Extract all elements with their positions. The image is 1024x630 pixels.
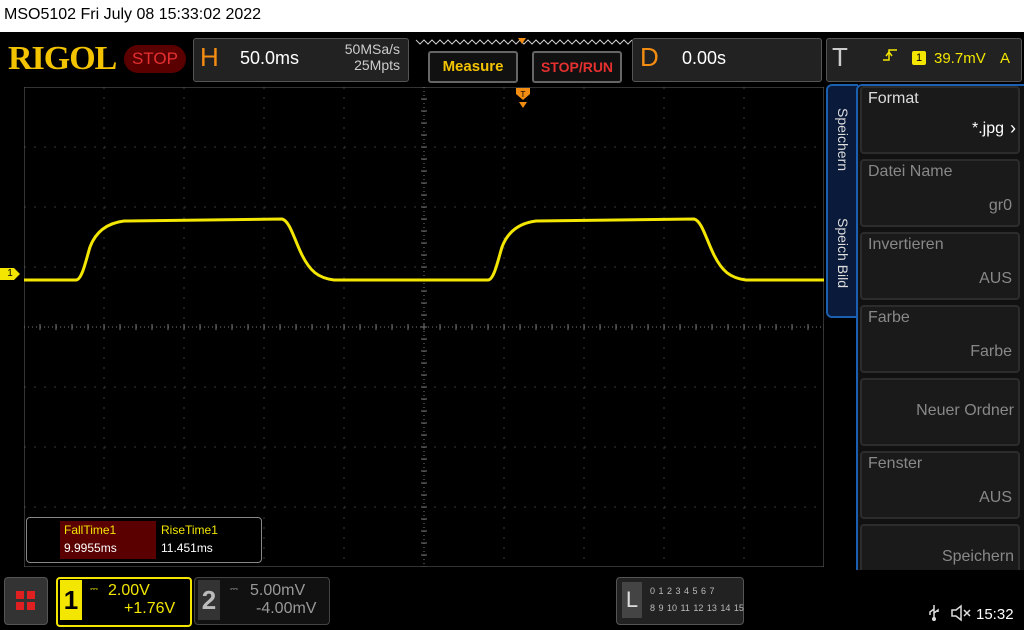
trigger-label: T bbox=[832, 42, 848, 72]
usb-icon bbox=[928, 604, 940, 627]
channel-1-scale: 2.00V bbox=[108, 582, 150, 599]
sample-rate: 50MSa/s bbox=[344, 41, 400, 57]
run-state-indicator[interactable]: STOP bbox=[124, 45, 186, 73]
trigger-level: 39.7mV bbox=[934, 50, 986, 67]
device-datetime: MSO5102 Fri July 08 15:33:02 2022 bbox=[4, 6, 262, 23]
horizontal-label: H bbox=[200, 42, 219, 72]
memory-depth: 25Mpts bbox=[354, 57, 400, 73]
channel-2-scale: 5.00mV bbox=[250, 582, 306, 599]
svg-text:T: T bbox=[521, 90, 526, 99]
invertieren-value: AUS bbox=[979, 270, 1012, 287]
menu-side-tabs: Speichern Speich Bild bbox=[826, 84, 858, 318]
channel-1-offset: +1.76V bbox=[124, 600, 176, 617]
system-clock: 15:32 bbox=[976, 606, 1014, 623]
trigger-source-badge: 1 bbox=[912, 51, 926, 65]
menu-item-neuer-ordner[interactable]: Neuer Ordner bbox=[860, 378, 1020, 446]
channel-1-number: 1 bbox=[60, 580, 82, 620]
measurement-fall-time[interactable]: FallTime1 9.9955ms bbox=[60, 521, 156, 559]
rise-time-label: RiseTime1 bbox=[161, 523, 218, 537]
trigger-coupling: A bbox=[1000, 50, 1011, 67]
delay-value: 0.00s bbox=[682, 48, 727, 68]
logic-analyzer-label: L bbox=[622, 582, 642, 618]
grid-menu-icon bbox=[16, 591, 35, 610]
farbe-value: Farbe bbox=[970, 343, 1012, 360]
dc-coupling-icon: ⎓ bbox=[230, 584, 238, 595]
datei-name-value: gr0 bbox=[988, 197, 1012, 214]
logic-channels-row-1: 0 1 2 3 4 5 6 7 bbox=[650, 586, 715, 596]
speichern-button-label: Speichern bbox=[941, 548, 1014, 565]
delay-panel[interactable] bbox=[632, 38, 822, 82]
farbe-label: Farbe bbox=[868, 309, 910, 326]
menu-item-fenster[interactable]: Fenster AUS bbox=[860, 451, 1020, 519]
format-value: *.jpg bbox=[971, 120, 1004, 137]
format-label: Format bbox=[868, 90, 919, 107]
fenster-label: Fenster bbox=[868, 455, 923, 472]
channel-1-trace bbox=[24, 217, 824, 282]
logic-channels-row-2: 8 9 10 11 12 13 14 15 bbox=[650, 603, 744, 613]
stop-run-button[interactable]: STOP/RUN bbox=[532, 51, 622, 83]
invertieren-label: Invertieren bbox=[868, 236, 944, 253]
speaker-muted-icon[interactable] bbox=[950, 604, 972, 627]
acquisition-info: 50MSa/s 25Mpts bbox=[332, 41, 400, 73]
trigger-position-bar bbox=[415, 38, 633, 45]
delay-label: D bbox=[640, 42, 659, 72]
tab-speichern[interactable]: Speichern bbox=[835, 108, 851, 171]
menu-item-farbe[interactable]: Farbe Farbe bbox=[860, 305, 1020, 373]
measure-button[interactable]: Measure bbox=[428, 51, 518, 83]
menu-item-datei-name[interactable]: Datei Name gr0 bbox=[860, 159, 1020, 227]
fall-time-label: FallTime1 bbox=[64, 523, 117, 537]
menu-item-format[interactable]: Format *.jpg › bbox=[860, 86, 1020, 154]
neuer-ordner-label: Neuer Ordner bbox=[916, 402, 1014, 419]
waveform-grid[interactable] bbox=[24, 87, 824, 567]
timebase-value: 50.0ms bbox=[240, 48, 300, 68]
rigol-logo: RIGOL bbox=[8, 40, 117, 77]
fall-time-value: 9.9955ms bbox=[64, 541, 117, 555]
title-bar: MSO5102 Fri July 08 15:33:02 2022 bbox=[0, 0, 1024, 32]
dc-coupling-icon: ⎓ bbox=[90, 584, 98, 595]
rise-time-value: 11.451ms bbox=[161, 541, 213, 555]
measurement-rise-time[interactable]: RiseTime1 11.451ms bbox=[157, 521, 253, 559]
channel-1-ground-marker[interactable]: 1 bbox=[0, 268, 20, 280]
menu-item-invertieren[interactable]: Invertieren AUS bbox=[860, 232, 1020, 300]
tab-speich-bild[interactable]: Speich Bild bbox=[835, 218, 851, 288]
datei-name-label: Datei Name bbox=[868, 163, 953, 180]
trigger-time-marker[interactable]: T bbox=[516, 88, 530, 110]
channel-2-offset: -4.00mV bbox=[256, 600, 317, 617]
chevron-right-icon: › bbox=[1010, 118, 1016, 138]
rising-edge-icon bbox=[882, 47, 898, 68]
channel-2-number: 2 bbox=[198, 580, 220, 620]
fenster-value: AUS bbox=[979, 489, 1012, 506]
home-menu-button[interactable] bbox=[4, 577, 48, 625]
